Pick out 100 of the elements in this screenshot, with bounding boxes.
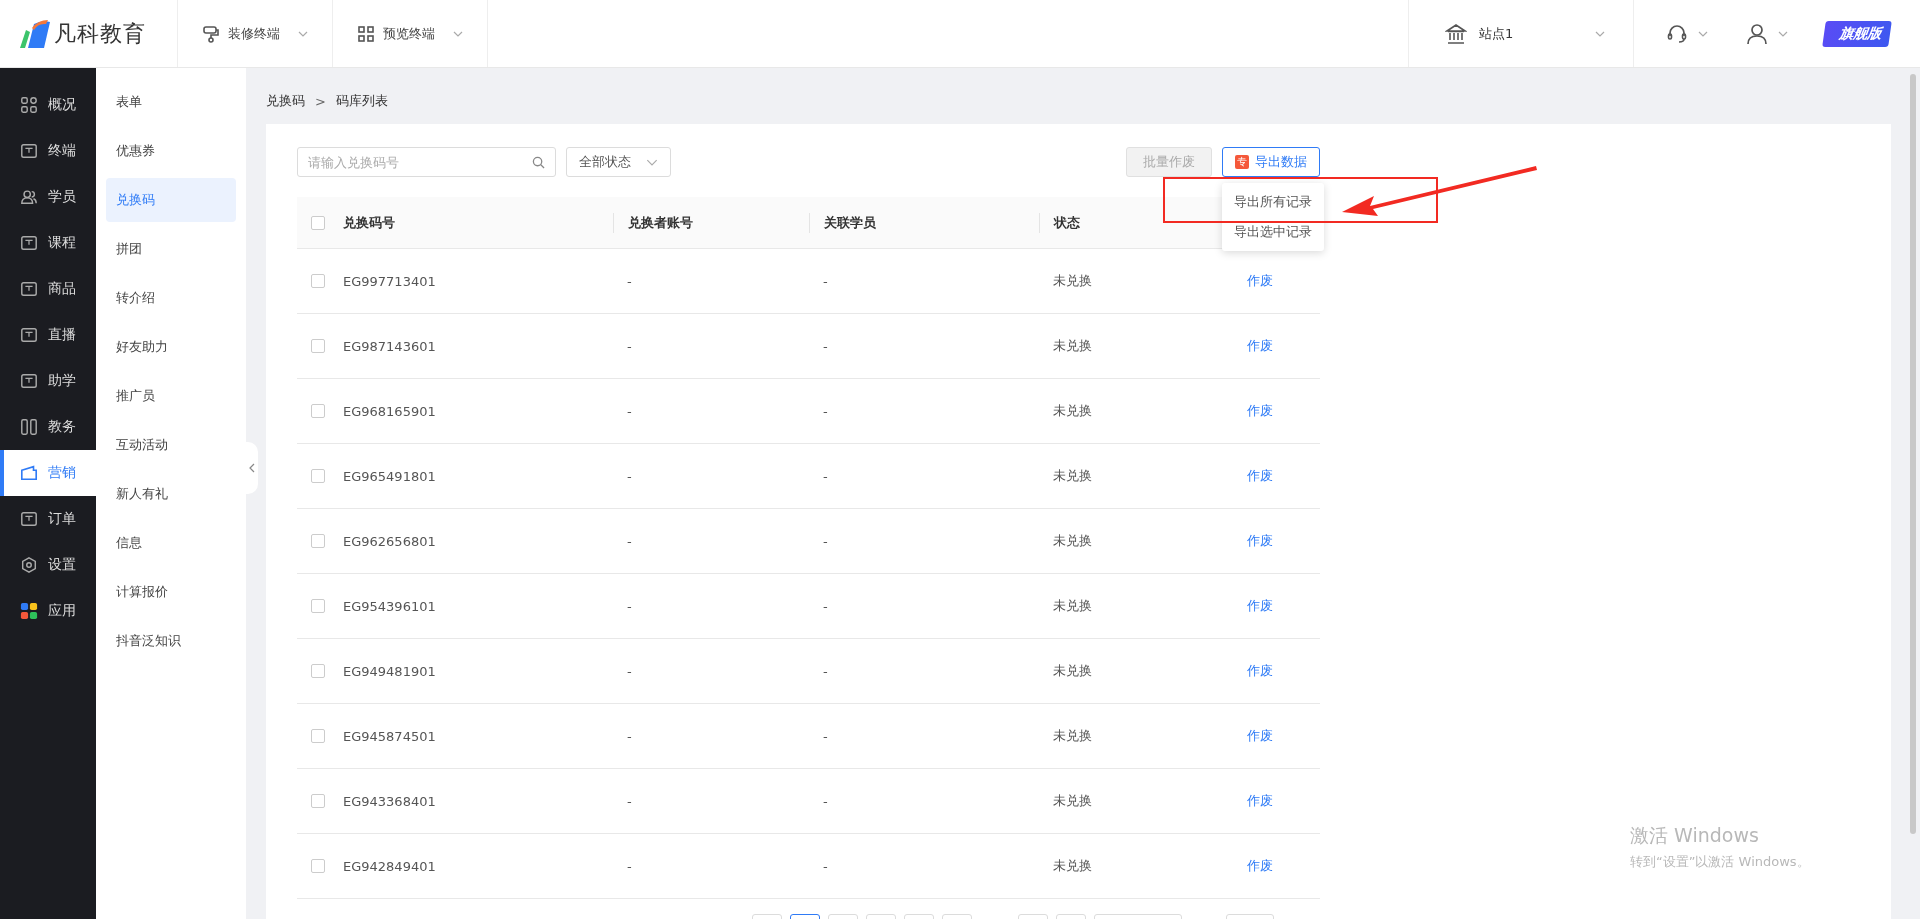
void-link[interactable]: 作废 <box>1246 597 1273 615</box>
nav-item[interactable]: 设置 <box>0 542 96 588</box>
table-cell: EG962656801 <box>343 533 436 549</box>
people-icon <box>20 188 38 206</box>
subnav-item[interactable]: 信息 <box>106 521 236 565</box>
nav-item[interactable]: 订单 <box>0 496 96 542</box>
columns-icon <box>20 418 38 436</box>
status-filter[interactable]: 全部状态 <box>566 147 671 177</box>
void-link[interactable]: 作废 <box>1246 467 1273 485</box>
table-cell: 未兑换 <box>1053 337 1092 355</box>
checkbox[interactable] <box>311 469 325 483</box>
checkbox[interactable] <box>311 534 325 548</box>
table-cell: - <box>627 793 632 809</box>
checkbox[interactable] <box>311 404 325 418</box>
subnav-item[interactable]: 拼团 <box>106 227 236 271</box>
table-cell: 未兑换 <box>1053 402 1092 420</box>
void-link[interactable]: 作废 <box>1246 792 1273 810</box>
logo-text: 凡科教育 <box>54 19 146 48</box>
subnav-item[interactable]: 优惠券 <box>106 129 236 173</box>
table-cell: - <box>627 403 632 419</box>
search-field[interactable]: 请输入兑换码号 <box>297 147 556 177</box>
subnav-item[interactable]: 计算报价 <box>106 570 236 614</box>
nav-item[interactable]: 直播 <box>0 312 96 358</box>
edition-badge: 旗舰版 <box>1822 20 1892 47</box>
void-link[interactable]: 作废 <box>1246 727 1273 745</box>
collapse-handle[interactable] <box>246 442 258 494</box>
checkbox[interactable] <box>311 599 325 613</box>
table-cell: - <box>823 858 828 874</box>
nav-item[interactable]: 助学 <box>0 358 96 404</box>
subnav-item[interactable]: 表单 <box>106 80 236 124</box>
void-link[interactable]: 作废 <box>1246 402 1273 420</box>
table-cell: EG943368401 <box>343 793 436 809</box>
table-cell: 未兑换 <box>1053 532 1092 550</box>
table-cell: EG997713401 <box>343 273 436 289</box>
table-cell: 未兑换 <box>1053 597 1092 615</box>
column-header: 关联学员 <box>824 213 876 232</box>
top-menu[interactable]: 装修终端 <box>178 0 333 67</box>
table-cell: - <box>823 338 828 354</box>
top-menu[interactable]: 预览终端 <box>333 0 488 67</box>
table-cell: - <box>627 533 632 549</box>
void-link[interactable]: 作废 <box>1246 532 1273 550</box>
checkbox[interactable] <box>311 664 325 678</box>
table-cell: 未兑换 <box>1053 727 1092 745</box>
void-link[interactable]: 作废 <box>1246 662 1273 680</box>
table-cell: EG987143601 <box>343 338 436 354</box>
table-cell: 未兑换 <box>1053 792 1092 810</box>
checkbox[interactable] <box>311 339 325 353</box>
apps-icon <box>20 602 38 620</box>
nav-item[interactable]: 应用 <box>0 588 96 634</box>
table-cell: - <box>627 273 632 289</box>
table-cell: - <box>823 403 828 419</box>
checkbox[interactable] <box>311 215 325 230</box>
nav-item[interactable]: 商品 <box>0 266 96 312</box>
void-link[interactable]: 作废 <box>1246 272 1273 290</box>
column-header: 兑换者账号 <box>628 213 693 232</box>
subnav-item[interactable]: 推广员 <box>106 374 236 418</box>
nav-item[interactable]: 营销 <box>0 450 96 496</box>
search-icon <box>532 156 545 169</box>
nav-item[interactable]: 学员 <box>0 174 96 220</box>
void-link[interactable]: 作废 <box>1246 337 1273 355</box>
nav-item[interactable]: 概况 <box>0 82 96 128</box>
menu-item[interactable]: 导出所有记录 <box>1222 187 1324 217</box>
checkbox[interactable] <box>311 859 325 873</box>
table-cell: - <box>823 793 828 809</box>
subnav-item[interactable]: 兑换码 <box>106 178 236 222</box>
column-header: 兑换码号 <box>343 213 395 232</box>
subnav-item[interactable]: 好友助力 <box>106 325 236 369</box>
column-header: 状态 <box>1054 213 1080 232</box>
checkbox[interactable] <box>311 729 325 743</box>
export-button[interactable]: 专 导出数据 <box>1222 147 1320 177</box>
nav-item[interactable]: 教务 <box>0 404 96 450</box>
table-cell: - <box>627 598 632 614</box>
table-cell: - <box>823 533 828 549</box>
chevron-down-icon <box>646 158 658 166</box>
table-cell: - <box>823 663 828 679</box>
chevron-down-icon <box>453 30 463 37</box>
subnav-item[interactable]: 抖音泛知识 <box>106 619 236 663</box>
table-cell: EG945874501 <box>343 728 436 744</box>
hexagon-icon <box>20 556 38 574</box>
site-selector[interactable]: 站点1 <box>1408 0 1634 67</box>
subnav-item[interactable]: 互动活动 <box>106 423 236 467</box>
user-icon[interactable] <box>1746 22 1768 45</box>
headset-icon[interactable] <box>1666 22 1688 45</box>
subnav-item[interactable]: 新人有礼 <box>106 472 236 516</box>
bank-building-icon <box>1445 22 1467 45</box>
subnav-item[interactable]: 转介绍 <box>106 276 236 320</box>
checkbox[interactable] <box>311 274 325 288</box>
table-cell: - <box>627 338 632 354</box>
void-link[interactable]: 作废 <box>1246 857 1273 875</box>
checkbox[interactable] <box>311 794 325 808</box>
table-cell: - <box>627 858 632 874</box>
table-cell: 未兑换 <box>1053 662 1092 680</box>
table-cell: EG965491801 <box>343 468 436 484</box>
menu-item[interactable]: 导出选中记录 <box>1222 217 1324 247</box>
nav-item[interactable]: 终端 <box>0 128 96 174</box>
table-cell: - <box>627 728 632 744</box>
scrollbar[interactable] <box>1910 74 1916 834</box>
nav-item[interactable]: 课程 <box>0 220 96 266</box>
pro-badge: 专 <box>1235 155 1249 169</box>
breadcrumb-item[interactable]: 兑换码 <box>266 92 305 110</box>
